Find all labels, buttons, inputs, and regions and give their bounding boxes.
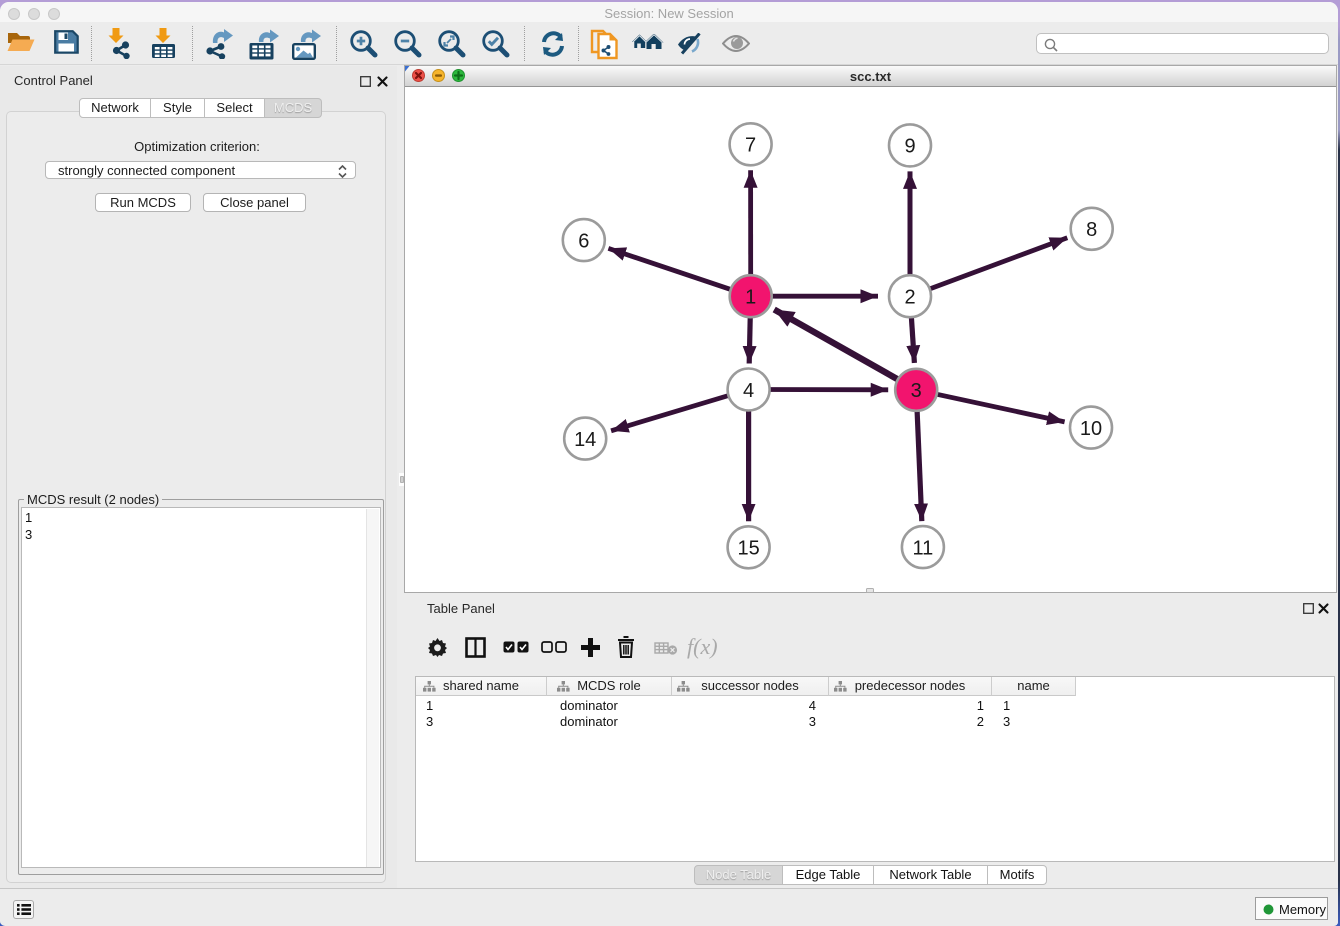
svg-text:4: 4 — [743, 380, 754, 402]
svg-text:3: 3 — [911, 380, 922, 402]
svg-text:1: 1 — [745, 287, 756, 309]
svg-text:10: 10 — [1080, 418, 1102, 440]
svg-text:14: 14 — [574, 429, 596, 451]
svg-text:7: 7 — [745, 135, 756, 157]
svg-text:2: 2 — [904, 287, 915, 309]
svg-text:6: 6 — [578, 230, 589, 252]
svg-text:8: 8 — [1086, 219, 1097, 241]
svg-text:15: 15 — [737, 538, 759, 560]
svg-text:11: 11 — [913, 537, 934, 559]
svg-text:9: 9 — [904, 136, 915, 158]
